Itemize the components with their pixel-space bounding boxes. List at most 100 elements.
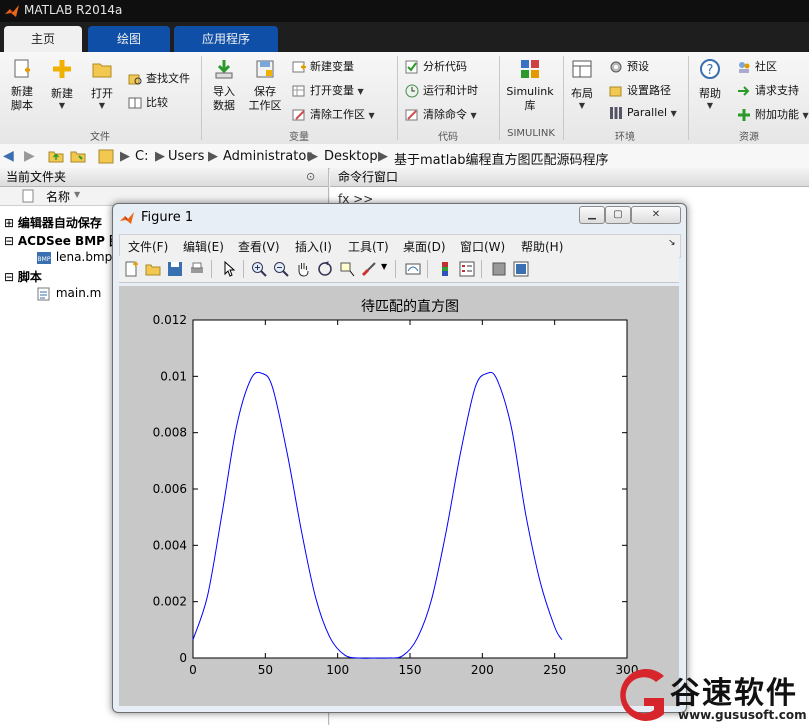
histogram-plot[interactable]: 待匹配的直方图0 50 100 150 200 250 30000.0020.0040.00… xyxy=(119,286,679,706)
tree-item-autosave[interactable]: ⊞ 编辑器自动保存 xyxy=(4,214,102,231)
up-folder-icon[interactable] xyxy=(48,148,64,164)
menu-view[interactable]: 查看(V) xyxy=(238,238,280,255)
breadcrumb-item[interactable]: 基于matlab编程直方图匹配源码程序 xyxy=(394,149,609,168)
open-button[interactable]: 打开 ▼ xyxy=(86,58,118,110)
environment-group-label: 环境 xyxy=(615,132,635,143)
clear-commands-dropdown-icon[interactable]: ▼ xyxy=(471,111,477,120)
add-ons-dropdown-icon[interactable]: ▼ xyxy=(803,111,809,120)
open-variable-button[interactable]: 打开变量 ▼ xyxy=(292,82,364,98)
show-plot-tools-icon[interactable] xyxy=(513,261,529,277)
tree-item-main[interactable]: main.m xyxy=(36,286,101,301)
new-variable-button[interactable]: 新建变量 xyxy=(292,58,354,74)
set-path-button[interactable]: 设置路径 xyxy=(609,82,671,98)
find-files-button[interactable]: 查找文件 xyxy=(128,70,190,86)
expand-icon[interactable]: ⊞ xyxy=(4,216,14,230)
back-arrow-icon[interactable]: ◀ xyxy=(3,148,14,164)
watermark: 谷速软件 www.gususoft.com xyxy=(612,664,809,725)
add-ons-label: 附加功能 xyxy=(755,108,799,121)
browse-folder-icon[interactable] xyxy=(70,148,86,164)
figure-titlebar[interactable]: Figure 1 ▁ ▢ ✕ xyxy=(113,204,686,232)
maximize-button[interactable]: ▢ xyxy=(605,206,631,224)
preferences-button[interactable]: 预设 xyxy=(609,58,649,74)
tree-item-bmp-group[interactable]: ⊟ ACDSee BMP 图 xyxy=(4,232,121,249)
figure-window[interactable]: Figure 1 ▁ ▢ ✕ 文件(F) 编辑(E) 查看(V) 插入(I) 工… xyxy=(112,203,687,713)
run-and-time-icon xyxy=(405,84,419,98)
print-icon[interactable] xyxy=(189,261,205,277)
brush-dropdown-icon[interactable]: ▼ xyxy=(381,262,387,271)
breadcrumb-item[interactable]: Users xyxy=(168,149,204,164)
y-tick-label: 0.006 xyxy=(153,482,187,496)
community-button[interactable]: 社区 xyxy=(737,58,777,74)
close-button[interactable]: ✕ xyxy=(631,206,681,224)
breadcrumb-separator: ▶ xyxy=(208,149,218,164)
tab-apps[interactable]: 应用程序 xyxy=(174,26,278,52)
m-file-icon xyxy=(37,287,50,300)
open-variable-dropdown-icon[interactable]: ▼ xyxy=(358,87,364,96)
menu-tools[interactable]: 工具(T) xyxy=(348,238,389,255)
request-support-button[interactable]: 请求支持 xyxy=(737,82,799,98)
request-support-icon xyxy=(738,86,750,96)
zoom-out-icon[interactable] xyxy=(273,261,289,277)
run-and-time-button[interactable]: 运行和计时 xyxy=(405,82,478,98)
parallel-button[interactable]: Parallel ▼ xyxy=(609,106,677,120)
colorbar-icon[interactable] xyxy=(437,261,453,277)
tree-item-scripts-group[interactable]: ⊟ 脚本 xyxy=(4,268,42,285)
parallel-dropdown-icon[interactable]: ▼ xyxy=(671,109,677,118)
hide-plot-tools-icon[interactable] xyxy=(491,261,507,277)
menu-edit[interactable]: 编辑(E) xyxy=(183,238,224,255)
collapse-icon[interactable]: ⊟ xyxy=(4,234,14,248)
svg-text:?: ? xyxy=(707,63,714,78)
add-ons-button[interactable]: 附加功能 ▼ xyxy=(737,106,809,122)
y-tick-label: 0 xyxy=(179,651,187,665)
save-workspace-button[interactable]: 保存 工作区 xyxy=(246,58,284,113)
new-dropdown-icon: ▼ xyxy=(58,101,66,110)
analyze-code-button[interactable]: 分析代码 xyxy=(405,58,467,74)
menu-insert[interactable]: 插入(I) xyxy=(295,238,332,255)
collapse-icon[interactable]: ⊟ xyxy=(4,270,14,284)
clear-workspace-dropdown-icon[interactable]: ▼ xyxy=(369,111,375,120)
gususoft-logo-icon xyxy=(620,669,664,721)
menu-help[interactable]: 帮助(H) xyxy=(521,238,563,255)
save-icon[interactable] xyxy=(167,261,183,277)
zoom-in-icon[interactable] xyxy=(251,261,267,277)
app-titlebar: MATLAB R2014a xyxy=(0,0,809,22)
open-file-icon[interactable] xyxy=(145,261,161,277)
sort-arrow-icon[interactable]: ▼ xyxy=(74,190,80,199)
brush-icon[interactable] xyxy=(361,261,377,277)
forward-arrow-icon[interactable]: ▶ xyxy=(24,148,35,164)
menu-file[interactable]: 文件(F) xyxy=(128,238,168,255)
tab-home[interactable]: 主页 xyxy=(4,26,82,52)
menu-window[interactable]: 窗口(W) xyxy=(460,238,505,255)
simulink-library-button[interactable]: Simulink 库 xyxy=(504,58,556,113)
breadcrumb-item[interactable]: C: xyxy=(135,149,148,164)
tree-item-lena[interactable]: BMP lena.bmp xyxy=(36,250,112,265)
new-button[interactable]: 新建 ▼ xyxy=(46,58,78,110)
community-label: 社区 xyxy=(755,60,777,73)
minimize-button[interactable]: ▁ xyxy=(579,206,605,224)
import-data-button[interactable]: 导入 数据 xyxy=(206,58,242,113)
new-script-button[interactable]: 新建 脚本 xyxy=(6,58,38,113)
rotate-3d-icon[interactable] xyxy=(317,261,333,277)
column-name-label[interactable]: 名称 xyxy=(46,188,70,205)
compare-icon xyxy=(128,97,142,109)
pane-options-icon[interactable]: ⊙ xyxy=(306,168,315,186)
dock-arrow-icon[interactable]: ↘ xyxy=(668,238,676,248)
pan-hand-icon[interactable] xyxy=(295,261,311,277)
pointer-arrow-icon[interactable] xyxy=(221,261,237,277)
breadcrumb-item[interactable]: Desktop xyxy=(324,149,378,164)
gear-icon xyxy=(610,61,622,73)
clear-workspace-button[interactable]: 清除工作区 ▼ xyxy=(292,106,375,122)
breadcrumb-item[interactable]: Administrator xyxy=(223,149,312,164)
data-cursor-icon[interactable] xyxy=(339,261,355,277)
legend-icon[interactable] xyxy=(459,261,475,277)
layout-button[interactable]: 布局 ▼ xyxy=(566,58,598,110)
link-plot-icon[interactable] xyxy=(405,261,421,277)
compare-button[interactable]: 比较 xyxy=(128,94,168,110)
menu-desktop[interactable]: 桌面(D) xyxy=(403,238,446,255)
x-tick-label: 200 xyxy=(471,663,494,677)
new-figure-icon[interactable] xyxy=(123,261,139,277)
tab-plots[interactable]: 绘图 xyxy=(88,26,170,52)
clear-commands-button[interactable]: 清除命令 ▼ xyxy=(405,106,477,122)
import-data-icon xyxy=(215,60,233,79)
help-button[interactable]: ? 帮助 ▼ xyxy=(694,58,726,110)
